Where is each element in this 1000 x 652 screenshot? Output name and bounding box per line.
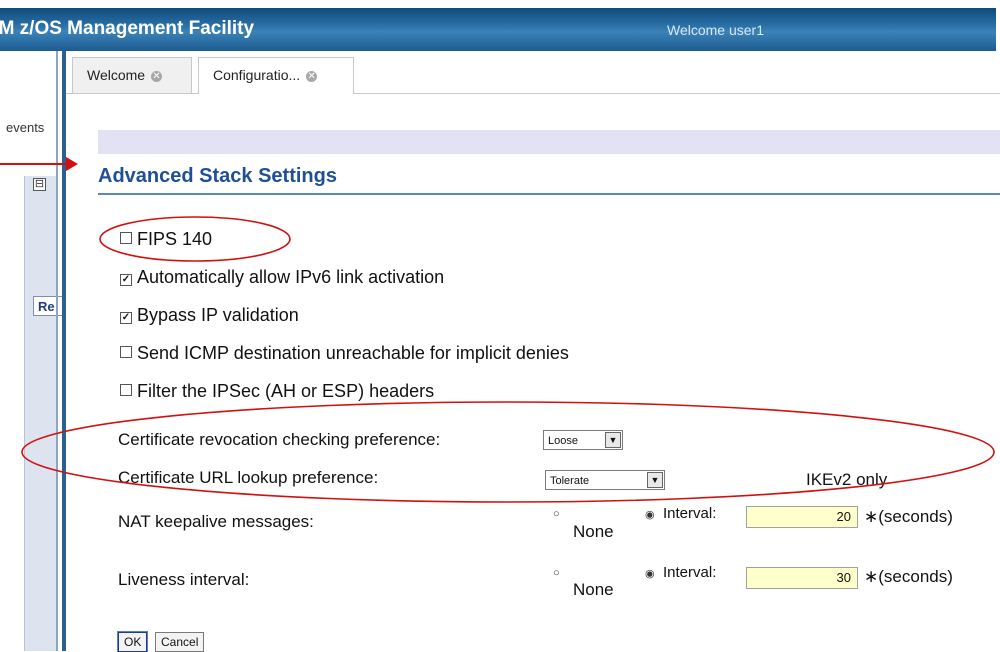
checkbox-label: Send ICMP destination unreachable for im… — [137, 343, 569, 363]
nat-none-label: None — [573, 522, 614, 541]
liveness-interval-input[interactable]: 30 — [746, 567, 858, 589]
cert-url-value: Tolerate — [550, 475, 590, 487]
app-title: 3M z/OS Management Facility — [0, 18, 255, 39]
cert-revocation-select[interactable]: Loose ▼ — [543, 430, 623, 450]
events-label[interactable]: events — [6, 120, 44, 135]
checkbox-ipv6[interactable]: ✓ — [120, 274, 132, 286]
cert-url-label: Certificate URL lookup preference: — [118, 468, 379, 487]
checkbox-bypass[interactable]: ✓ — [120, 312, 132, 324]
liveness-interval-label: Interval: — [663, 564, 717, 581]
checkbox-row-bypass[interactable]: ✓ Bypass IP validation — [120, 305, 299, 326]
checkbox-ipsec[interactable] — [120, 384, 132, 396]
cert-revocation-label: Certificate revocation checking preferen… — [118, 430, 441, 449]
liveness-interval-radio[interactable]: ◉ — [645, 567, 655, 580]
re-button[interactable]: Re — [33, 296, 63, 316]
tab-welcome[interactable]: Welcome ✕ — [72, 57, 192, 93]
chevron-down-icon[interactable]: ▼ — [647, 472, 663, 488]
welcome-text: Welcome user1 — [667, 22, 765, 38]
checkbox-row-fips[interactable]: FIPS 140 — [120, 229, 212, 250]
collapse-icon[interactable]: ⊟ — [33, 178, 46, 191]
checkbox-row-icmp[interactable]: Send ICMP destination unreachable for im… — [120, 343, 569, 364]
nat-none-radio[interactable]: ○ — [553, 508, 560, 520]
liveness-none-label: None — [573, 580, 614, 599]
checkbox-label: Bypass IP validation — [137, 305, 299, 325]
section-divider — [98, 193, 1000, 195]
liveness-none-radio[interactable]: ○ — [553, 567, 560, 579]
cert-revocation-value: Loose — [548, 435, 578, 447]
nat-interval-label: Interval: — [663, 505, 717, 522]
tab-bar: Welcome ✕ Configuratio... ✕ — [66, 51, 1000, 94]
checkbox-label: Automatically allow IPv6 link activation — [137, 267, 445, 287]
close-icon[interactable]: ✕ — [306, 71, 318, 82]
tab-configuration[interactable]: Configuratio... ✕ — [198, 57, 354, 94]
chevron-down-icon[interactable]: ▼ — [605, 432, 621, 448]
close-icon[interactable]: ✕ — [151, 71, 163, 82]
cert-url-select[interactable]: Tolerate ▼ — [545, 470, 665, 490]
liveness-unit: ∗(seconds) — [864, 567, 953, 586]
cancel-button[interactable]: Cancel — [155, 632, 205, 652]
nat-interval-input[interactable]: 20 — [746, 506, 858, 528]
tab-welcome-label: Welcome — [87, 67, 146, 83]
nat-unit: ∗(seconds) — [864, 507, 953, 526]
checkbox-label: Filter the IPSec (AH or ESP) headers — [137, 381, 435, 401]
annotation-arrow-line — [0, 163, 66, 165]
nat-keepalive-label: NAT keepalive messages: — [118, 512, 314, 531]
section-title: Advanced Stack Settings — [98, 165, 337, 187]
checkbox-icmp[interactable] — [120, 346, 132, 358]
nav-strip — [24, 176, 57, 651]
checkbox-row-ipv6[interactable]: ✓ Automatically allow IPv6 link activatio… — [120, 267, 444, 288]
tab-configuration-label: Configuratio... — [213, 67, 301, 83]
checkbox-row-ipsec[interactable]: Filter the IPSec (AH or ESP) headers — [120, 381, 434, 402]
checkbox-fips[interactable] — [120, 232, 132, 244]
annotation-arrow-icon — [66, 157, 78, 171]
checkbox-label: FIPS 140 — [137, 229, 213, 249]
liveness-label: Liveness interval: — [118, 570, 250, 589]
banner-bar: 3M z/OS Management Facility Welcome user… — [0, 8, 996, 51]
ok-button[interactable]: OK — [116, 631, 149, 652]
ikev2-note: IKEv2 only — [806, 470, 888, 489]
splitter-line — [56, 51, 58, 651]
nat-interval-radio[interactable]: ◉ — [645, 508, 655, 521]
header-strip — [98, 130, 1000, 154]
